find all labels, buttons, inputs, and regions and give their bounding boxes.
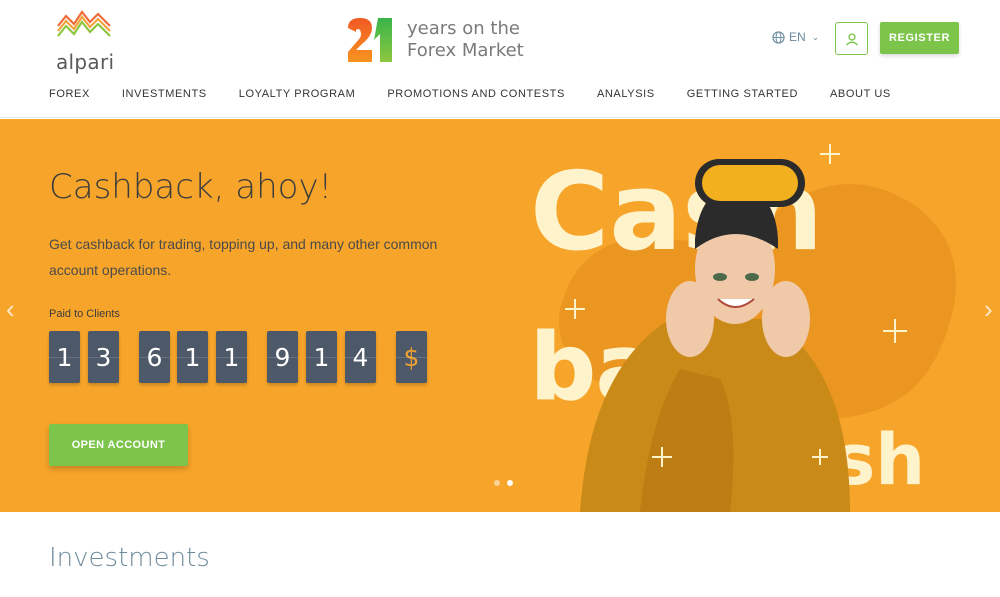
counter-digit: 1 — [49, 331, 80, 383]
nav-item-forex[interactable]: FOREX — [49, 88, 90, 100]
chevron-down-icon: ⌄ — [811, 31, 820, 42]
nav-item-analysis[interactable]: ANALYSIS — [597, 88, 655, 100]
register-button[interactable]: REGISTER — [880, 22, 959, 54]
section-title-investments: Investments — [49, 543, 210, 573]
anniversary-banner[interactable]: years on the Forex Market — [346, 16, 526, 64]
main-nav: FOREX INVESTMENTS LOYALTY PROGRAM PROMOT… — [49, 88, 923, 100]
counter-digit: 1 — [216, 331, 247, 383]
counter-currency: $ — [396, 331, 427, 383]
nav-item-getting-started[interactable]: GETTING STARTED — [687, 88, 798, 100]
user-icon — [845, 32, 858, 45]
globe-icon — [772, 30, 785, 44]
login-button[interactable] — [835, 22, 868, 55]
logo-mountain-icon — [57, 10, 111, 37]
hero-title: Cashback, ahoy! — [49, 167, 333, 207]
left-hand — [666, 281, 714, 357]
hero-illustration: Cash back Cash — [530, 144, 956, 512]
carousel-dots — [494, 480, 513, 486]
hero-banner: Cashback, ahoy! Get cashback for trading… — [0, 119, 1000, 512]
nav-item-promotions[interactable]: PROMOTIONS AND CONTESTS — [387, 88, 565, 100]
paid-to-clients-label: Paid to Clients — [49, 308, 120, 320]
anniversary-line1: years on the — [407, 18, 520, 39]
counter-digit: 9 — [267, 331, 298, 383]
counter-digit: 4 — [345, 331, 376, 383]
logo-text: alpari — [56, 50, 115, 74]
anniversary-21-icon — [348, 18, 392, 62]
carousel-prev-arrow-icon[interactable]: ‹ — [6, 294, 15, 325]
language-label: EN — [789, 30, 806, 44]
language-selector[interactable]: EN ⌄ — [772, 30, 819, 44]
carousel-dot[interactable] — [494, 480, 500, 486]
hero-description: Get cashback for trading, topping up, an… — [49, 236, 438, 278]
nav-item-loyalty-program[interactable]: LOYALTY PROGRAM — [239, 88, 356, 100]
counter-digit: 3 — [88, 331, 119, 383]
nav-item-about-us[interactable]: ABOUT US — [830, 88, 891, 100]
alpari-logo[interactable]: alpari — [52, 8, 116, 74]
open-account-button[interactable]: OPEN ACCOUNT — [49, 424, 188, 466]
counter-digit: 1 — [177, 331, 208, 383]
counter-digit: 1 — [306, 331, 337, 383]
right-hand — [762, 281, 810, 357]
site-header: alpari years on the Forex Market EN ⌄ RE… — [0, 0, 1000, 118]
nav-item-investments[interactable]: INVESTMENTS — [122, 88, 207, 100]
carousel-dot-active[interactable] — [507, 480, 513, 486]
counter-digit: 6 — [139, 331, 170, 383]
anniversary-line2: Forex Market — [407, 40, 524, 61]
